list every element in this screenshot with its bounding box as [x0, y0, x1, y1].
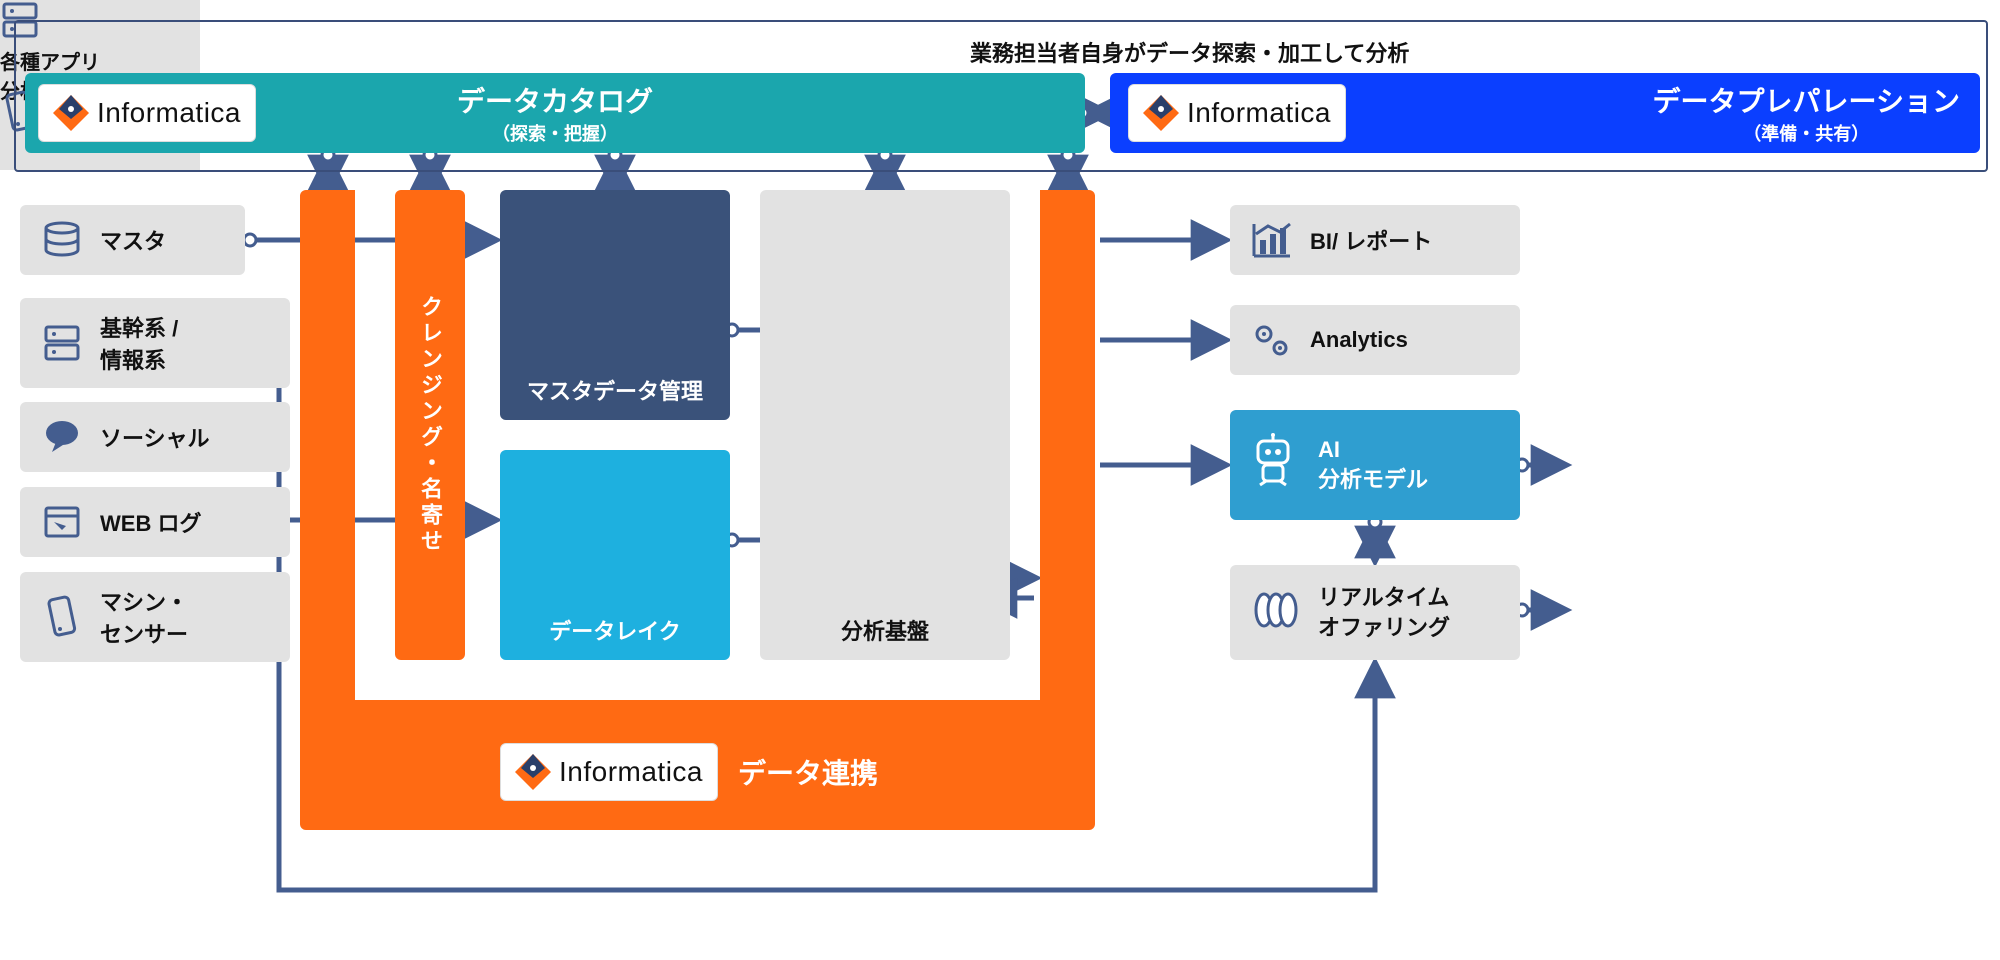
- speech-icon: [38, 417, 86, 457]
- integration-u-left: [300, 190, 355, 770]
- source-label: 基幹系 / 情報系: [100, 311, 178, 375]
- source-label: ソーシャル: [100, 421, 210, 453]
- informatica-logo-integration: Informatica: [500, 743, 718, 801]
- informatica-icon: [1143, 95, 1179, 131]
- output-bi: BI/ レポート: [1230, 205, 1520, 275]
- robot-icon: [1248, 433, 1302, 498]
- gears-icon: [1248, 320, 1296, 360]
- output-analytics: Analytics: [1230, 305, 1520, 375]
- mdm-label: マスタデータ管理: [527, 374, 703, 406]
- source-sensor: マシン・ センサー: [20, 572, 290, 662]
- data-prep-title: データプレパレーション: [1653, 80, 1960, 120]
- database-icon: [38, 220, 86, 260]
- output-label: BI/ レポート: [1310, 224, 1432, 256]
- informatica-text: Informatica: [97, 97, 241, 129]
- data-catalog-title: データカタログ: [457, 80, 653, 120]
- cleanse-band: クレンジング・名寄せ: [395, 190, 465, 660]
- informatica-text: Informatica: [559, 756, 703, 788]
- chart-icon: [1248, 220, 1296, 260]
- integration-row: Informatica データ連携: [500, 742, 1060, 802]
- source-core-system: 基幹系 / 情報系: [20, 298, 290, 388]
- informatica-logo-prep: Informatica: [1128, 84, 1346, 142]
- integration-u-right: [1040, 190, 1095, 770]
- informatica-logo-catalog: Informatica: [38, 84, 256, 142]
- rt-line2: オファリング: [1318, 615, 1450, 640]
- source-master: マスタ: [20, 205, 245, 275]
- output-realtime-card: リアルタイムオファリング: [1230, 565, 1520, 660]
- source-weblog: WEB ログ: [20, 487, 290, 557]
- output-label: Analytics: [1310, 327, 1408, 353]
- coins-icon: [1248, 588, 1302, 637]
- integration-label: データ連携: [738, 752, 878, 792]
- source-label: WEB ログ: [100, 506, 201, 538]
- data-catalog-subtitle: （探索・把握）: [492, 120, 618, 146]
- source-label: マシン・ センサー: [100, 585, 188, 649]
- rt-line1: リアルタイム: [1318, 585, 1449, 610]
- source-label: マスタ: [100, 224, 166, 256]
- datalake-label: データレイク: [549, 614, 681, 646]
- analysis-label: 分析基盤: [841, 614, 929, 646]
- mdm-card: マスタデータ管理: [500, 190, 730, 420]
- server-icon: [38, 323, 86, 363]
- browser-icon: [38, 502, 86, 542]
- data-prep-subtitle: （準備・共有）: [1743, 120, 1869, 146]
- ai-line1: AI: [1318, 437, 1340, 462]
- informatica-text: Informatica: [1187, 97, 1331, 129]
- source-social: ソーシャル: [20, 402, 290, 472]
- informatica-icon: [53, 95, 89, 131]
- phone-icon: [38, 597, 86, 637]
- ai-line2: 分析モデル: [1318, 467, 1428, 492]
- cleanse-label: クレンジング・名寄せ: [414, 295, 446, 555]
- analysis-card: 分析基盤: [760, 190, 1010, 660]
- datalake-card: データレイク: [500, 450, 730, 660]
- informatica-icon: [515, 754, 551, 790]
- top-annotation: 業務担当者自身がデータ探索・加工して分析: [970, 36, 1409, 68]
- output-ai-card: AI 分析モデル: [1230, 410, 1520, 520]
